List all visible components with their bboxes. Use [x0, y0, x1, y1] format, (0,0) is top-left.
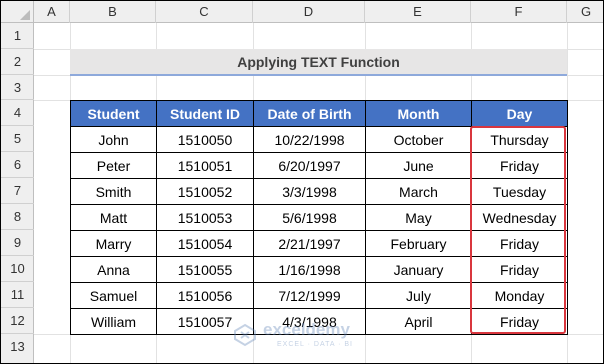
table-row: Marry 1510054 2/21/1997 February Friday	[70, 230, 568, 257]
row-header-9[interactable]: 9	[1, 230, 34, 256]
row-header-11[interactable]: 11	[1, 282, 34, 308]
cell-date-of-birth[interactable]: 6/20/1997	[253, 152, 366, 179]
watermark-name: exceldemy	[263, 320, 350, 339]
column-header-g[interactable]: G	[567, 1, 603, 23]
row-header-2[interactable]: 2	[1, 49, 34, 75]
table-row: John 1510050 10/22/1998 October Thursday	[70, 126, 568, 153]
table-row: Smith 1510052 3/3/1998 March Tuesday	[70, 178, 568, 205]
table-row: Samuel 1510056 7/12/1999 July Monday	[70, 282, 568, 309]
row-header-4[interactable]: 4	[1, 100, 34, 126]
cell-student[interactable]: Matt	[70, 204, 157, 231]
column-header-f[interactable]: F	[471, 1, 567, 23]
student-table: Student Student ID Date of Birth Month D…	[70, 100, 568, 335]
cell-month[interactable]: May	[365, 204, 472, 231]
column-header-e[interactable]: E	[365, 1, 471, 23]
cell-student[interactable]: John	[70, 126, 157, 153]
cell-student-id[interactable]: 1510056	[156, 282, 254, 309]
cell-student-id[interactable]: 1510051	[156, 152, 254, 179]
cell-student[interactable]: Samuel	[70, 282, 157, 309]
column-header-d[interactable]: D	[253, 1, 365, 23]
cell-day[interactable]: Tuesday	[471, 178, 568, 205]
table-row: Matt 1510053 5/6/1998 May Wednesday	[70, 204, 568, 231]
header-day[interactable]: Day	[471, 100, 568, 127]
cell-day[interactable]: Friday	[471, 230, 568, 257]
row-header-3[interactable]: 3	[1, 75, 34, 100]
header-month[interactable]: Month	[365, 100, 472, 127]
cell-student[interactable]: Smith	[70, 178, 157, 205]
cell-student-id[interactable]: 1510055	[156, 256, 254, 283]
cell-month[interactable]: March	[365, 178, 472, 205]
cell-date-of-birth[interactable]: 2/21/1997	[253, 230, 366, 257]
watermark-tagline: EXCEL · DATA · BI	[277, 341, 353, 348]
column-header-b[interactable]: B	[70, 1, 156, 23]
row-header-8[interactable]: 8	[1, 204, 34, 230]
select-all-corner[interactable]	[1, 1, 34, 23]
row-header-5[interactable]: 5	[1, 126, 34, 152]
cell-month[interactable]: July	[365, 282, 472, 309]
cell-day[interactable]: Friday	[471, 308, 568, 335]
table-header-row: Student Student ID Date of Birth Month D…	[70, 100, 568, 127]
cell-month[interactable]: June	[365, 152, 472, 179]
cell-day[interactable]: Thursday	[471, 126, 568, 153]
column-header-bar: A B C D E F G	[1, 1, 603, 23]
cell-student-id[interactable]: 1510053	[156, 204, 254, 231]
row-header-bar: 1 2 3 4 5 6 7 8 9 10 11 12 13	[1, 23, 34, 363]
cell-student[interactable]: Marry	[70, 230, 157, 257]
row-header-13[interactable]: 13	[1, 334, 34, 363]
cell-student-id[interactable]: 1510054	[156, 230, 254, 257]
table-row: Peter 1510051 6/20/1997 June Friday	[70, 152, 568, 179]
cell-date-of-birth[interactable]: 1/16/1998	[253, 256, 366, 283]
table-row: Anna 1510055 1/16/1998 January Friday	[70, 256, 568, 283]
cell-student[interactable]: William	[70, 308, 157, 335]
cell-date-of-birth[interactable]: 3/3/1998	[253, 178, 366, 205]
cell-day[interactable]: Monday	[471, 282, 568, 309]
header-date-of-birth[interactable]: Date of Birth	[253, 100, 366, 127]
sheet-title: Applying TEXT Function	[237, 54, 400, 70]
cell-student-id[interactable]: 1510052	[156, 178, 254, 205]
watermark: exceldemy EXCEL · DATA · BI	[233, 319, 383, 353]
cell-date-of-birth[interactable]: 10/22/1998	[253, 126, 366, 153]
exceldemy-logo-icon	[234, 323, 256, 347]
header-student[interactable]: Student	[70, 100, 157, 127]
row-header-12[interactable]: 12	[1, 308, 34, 334]
column-header-c[interactable]: C	[156, 1, 253, 23]
cell-student[interactable]: Peter	[70, 152, 157, 179]
column-header-a[interactable]: A	[34, 1, 70, 23]
cell-date-of-birth[interactable]: 7/12/1999	[253, 282, 366, 309]
row-header-10[interactable]: 10	[1, 256, 34, 282]
row-header-1[interactable]: 1	[1, 23, 34, 49]
select-all-icon	[20, 10, 30, 20]
cell-student-id[interactable]: 1510050	[156, 126, 254, 153]
row-header-7[interactable]: 7	[1, 178, 34, 204]
cell-month[interactable]: February	[365, 230, 472, 257]
cell-day[interactable]: Friday	[471, 256, 568, 283]
cell-month[interactable]: October	[365, 126, 472, 153]
header-student-id[interactable]: Student ID	[156, 100, 254, 127]
cell-day[interactable]: Wednesday	[471, 204, 568, 231]
row-header-6[interactable]: 6	[1, 152, 34, 178]
cell-student[interactable]: Anna	[70, 256, 157, 283]
cell-month[interactable]: January	[365, 256, 472, 283]
spreadsheet: A B C D E F G 1 2 3 4 5 6 7 8 9 10 11 12…	[0, 0, 604, 364]
cell-day[interactable]: Friday	[471, 152, 568, 179]
cell-date-of-birth[interactable]: 5/6/1998	[253, 204, 366, 231]
